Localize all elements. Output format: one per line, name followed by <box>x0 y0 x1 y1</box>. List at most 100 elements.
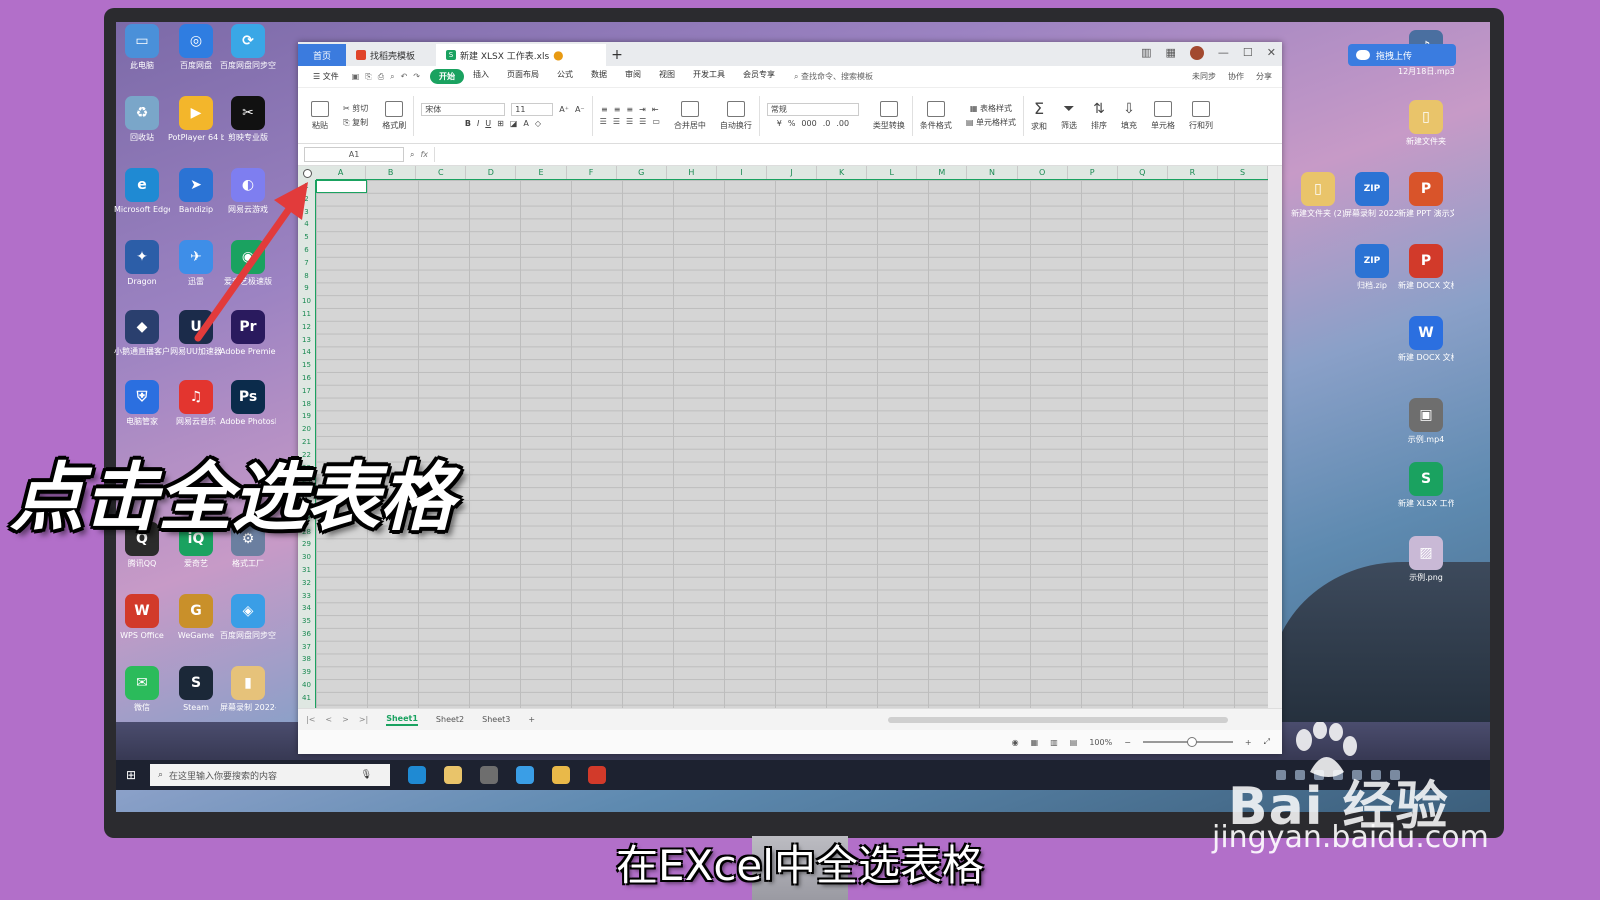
align-right-icon[interactable]: ☰ <box>626 117 633 126</box>
italic-icon[interactable]: I <box>477 119 479 128</box>
prev-sheet-icon[interactable]: < <box>325 715 332 724</box>
conditional-format-button[interactable]: 条件格式 <box>913 100 959 131</box>
row-header-37[interactable]: 37 <box>298 641 315 654</box>
row-header-38[interactable]: 38 <box>298 653 315 666</box>
cut-button[interactable]: ✂ 剪切 <box>343 103 368 114</box>
preview-icon[interactable]: ⌕ <box>390 72 394 82</box>
sum-button[interactable]: Σ 求和 <box>1024 99 1054 132</box>
desktop-icon-right-7[interactable]: W 新建 DOCX 文档.docx <box>1398 316 1454 363</box>
cloud-upload-button[interactable]: 拖拽上传 <box>1348 44 1456 66</box>
row-header-35[interactable]: 35 <box>298 615 315 628</box>
taskbar-app-icon[interactable] <box>588 766 606 784</box>
taskbar-search[interactable]: ⌕ 在这里输入你要搜索的内容 🎙 <box>150 764 390 786</box>
desktop-icon-left-1[interactable]: ◎ 百度网盘 <box>168 24 224 71</box>
maximize-icon[interactable]: ☐ <box>1243 46 1253 60</box>
start-button[interactable]: ⊞ <box>116 768 146 782</box>
taskbar-app-icon[interactable] <box>444 766 462 784</box>
avatar[interactable] <box>1189 46 1204 60</box>
align-middle-icon[interactable]: ≡ <box>614 105 621 114</box>
row-header-30[interactable]: 30 <box>298 551 315 564</box>
wrap-text-button[interactable]: 自动换行 <box>713 100 759 131</box>
desktop-icon-left-24[interactable]: ✉ 微信 <box>114 666 170 713</box>
collaborate-button[interactable]: 协作 <box>1228 71 1244 82</box>
desktop-icon-left-5[interactable]: ✂ 剪映专业版 <box>220 96 276 143</box>
row-header-31[interactable]: 31 <box>298 564 315 577</box>
taskbar-app-icon[interactable] <box>408 766 426 784</box>
column-header-D[interactable]: D <box>466 166 517 179</box>
desktop-icon-left-21[interactable]: W WPS Office <box>114 594 170 641</box>
column-header-P[interactable]: P <box>1068 166 1118 179</box>
desktop-icon-right-4[interactable]: P 新建 PPT 演示文稿.pptx <box>1398 172 1454 219</box>
column-header-L[interactable]: L <box>867 166 918 179</box>
desktop-icon-left-22[interactable]: G WeGame <box>168 594 224 641</box>
desktop-icon-left-23[interactable]: ◈ 百度网盘同步空间 <box>220 594 276 641</box>
taskbar-app-icon[interactable] <box>516 766 534 784</box>
row-header-19[interactable]: 19 <box>298 410 315 423</box>
close-icon[interactable]: ✕ <box>1267 46 1276 60</box>
sync-status[interactable]: 未同步 <box>1192 71 1216 82</box>
menu-tab-6[interactable]: 视图 <box>650 69 684 84</box>
desktop-icon-left-0[interactable]: ▭ 此电脑 <box>114 24 170 71</box>
desktop-icon-left-6[interactable]: e Microsoft Edge <box>114 168 170 215</box>
row-header-20[interactable]: 20 <box>298 423 315 436</box>
page-break-icon[interactable]: ▤ <box>1070 738 1078 747</box>
column-header-C[interactable]: C <box>416 166 467 179</box>
formula-input[interactable] <box>434 147 1282 162</box>
desktop-icon-left-25[interactable]: S Steam <box>168 666 224 713</box>
shrink-font-icon[interactable]: A⁻ <box>575 105 585 114</box>
currency-icon[interactable]: ¥ <box>777 119 782 128</box>
format-painter-button[interactable]: 格式刷 <box>375 100 413 131</box>
undo-icon[interactable]: ↶ <box>401 72 408 82</box>
thousands-icon[interactable]: 000 <box>801 119 816 128</box>
eye-icon[interactable]: ◉ <box>1012 738 1019 747</box>
share-button[interactable]: 分享 <box>1256 71 1272 82</box>
add-sheet-button[interactable]: + <box>528 715 535 724</box>
menu-tab-3[interactable]: 公式 <box>548 69 582 84</box>
desktop-icon-right-8[interactable]: ▣ 示例.mp4 <box>1398 398 1454 445</box>
grow-font-icon[interactable]: A⁺ <box>559 105 569 114</box>
next-sheet-icon[interactable]: > <box>342 715 349 724</box>
desktop-icon-left-26[interactable]: ▮ 屏幕录制 2022-12-... <box>220 666 276 713</box>
decrease-decimal-icon[interactable]: .00 <box>836 119 849 128</box>
sheet-tab-3[interactable]: Sheet3 <box>482 715 510 724</box>
indent-icon[interactable]: ⇥ <box>639 105 646 114</box>
first-sheet-icon[interactable]: |< <box>306 715 315 724</box>
layout-icon[interactable]: ▥ <box>1141 46 1151 60</box>
zoom-out-icon[interactable]: − <box>1124 738 1131 747</box>
cell-button[interactable]: 单元格 <box>1144 100 1182 131</box>
save-icon[interactable]: ▣ <box>352 72 360 82</box>
taskbar-app-icon[interactable] <box>480 766 498 784</box>
menu-tab-2[interactable]: 页面布局 <box>498 69 548 84</box>
column-header-K[interactable]: K <box>817 166 868 179</box>
cell-area[interactable] <box>316 180 1268 708</box>
row-header-17[interactable]: 17 <box>298 385 315 398</box>
border-icon[interactable]: ⊞ <box>497 119 504 128</box>
filter-button[interactable]: ⏷ 筛选 <box>1054 101 1084 131</box>
percent-icon[interactable]: % <box>788 119 796 128</box>
row-header-16[interactable]: 16 <box>298 372 315 385</box>
row-header-41[interactable]: 41 <box>298 692 315 705</box>
desktop-icon-left-15[interactable]: ⛨ 电脑管家 <box>114 380 170 427</box>
column-header-F[interactable]: F <box>567 166 617 179</box>
row-header-40[interactable]: 40 <box>298 679 315 692</box>
bold-icon[interactable]: B <box>465 119 471 128</box>
menu-tab-8[interactable]: 会员专享 <box>734 69 784 84</box>
fill-color-icon[interactable]: ◪ <box>510 119 518 128</box>
column-header-M[interactable]: M <box>917 166 968 179</box>
desktop-icon-right-9[interactable]: S 新建 XLSX 工作表.xls <box>1398 462 1454 509</box>
copy-button[interactable]: ⎘ 复制 <box>343 117 368 128</box>
command-search[interactable]: ⌕ 查找命令、搜索模板 <box>784 71 873 82</box>
sort-button[interactable]: ⇅ 排序 <box>1084 101 1114 131</box>
menu-tab-0[interactable]: 开始 <box>429 69 464 84</box>
paste-button[interactable]: 粘贴 <box>304 100 336 131</box>
align-center-icon[interactable]: ☰ <box>613 117 620 126</box>
zoom-slider[interactable] <box>1142 737 1233 747</box>
vertical-scrollbar[interactable] <box>1268 166 1282 708</box>
distributed-icon[interactable]: ▭ <box>652 117 660 126</box>
column-header-Q[interactable]: Q <box>1118 166 1168 179</box>
desktop-icon-left-17[interactable]: Ps Adobe Photosh... <box>220 380 276 427</box>
type-convert-button[interactable]: 类型转换 <box>866 100 912 131</box>
sheet-tab-1[interactable]: Sheet1 <box>386 714 418 726</box>
font-name-select[interactable]: 宋体 <box>421 103 506 116</box>
font-color-icon[interactable]: A <box>523 119 528 128</box>
